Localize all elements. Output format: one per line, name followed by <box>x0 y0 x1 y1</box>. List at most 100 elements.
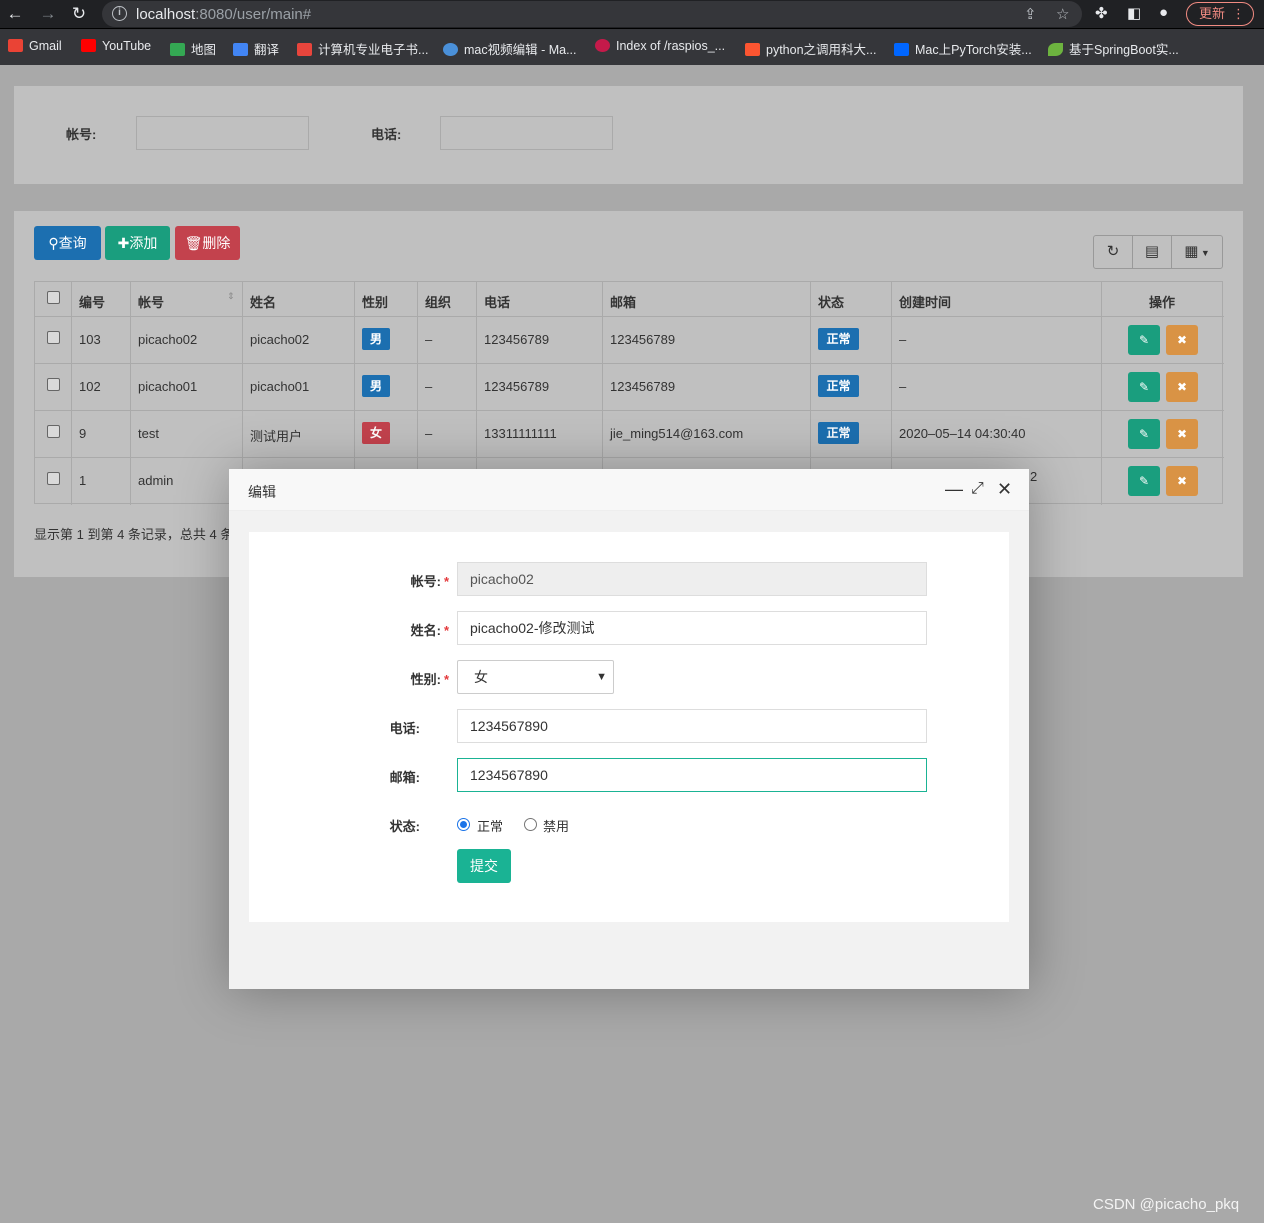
status-normal-label[interactable]: 正常 <box>477 816 503 835</box>
header-org[interactable]: 组织 <box>425 292 451 311</box>
dialog-header[interactable]: 编辑 — ⤢ ✕ <box>229 469 1029 511</box>
edit-button[interactable]: ✎ <box>1128 466 1160 496</box>
select-all-checkbox[interactable] <box>47 291 60 304</box>
header-account[interactable]: 帐号 <box>138 292 164 311</box>
bookmark-item[interactable]: YouTube <box>81 39 151 53</box>
close-icon[interactable]: ✕ <box>997 478 1012 500</box>
cell-id: 103 <box>79 332 101 347</box>
reload-icon[interactable]: ↻ <box>68 3 90 25</box>
bookmark-item[interactable]: python之调用科大... <box>745 39 876 58</box>
csdn-icon <box>745 43 760 56</box>
close-icon: ✖ <box>1176 474 1188 488</box>
header-email[interactable]: 邮箱 <box>610 292 636 311</box>
row-checkbox[interactable] <box>47 378 60 391</box>
bookmark-item[interactable]: Gmail <box>8 39 62 53</box>
forward-icon[interactable]: → <box>37 3 59 25</box>
refresh-button[interactable]: ↻ <box>1093 235 1133 269</box>
email-field[interactable]: 1234567890 <box>457 758 927 792</box>
minimize-icon[interactable]: — <box>945 478 963 500</box>
edit-form: 帐号: * picacho02 姓名: * picacho02-修改测试 性别: * … <box>249 532 1009 922</box>
watermark: CSDN @picacho_pkq <box>1093 1196 1240 1213</box>
add-button[interactable]: ✚添加 <box>105 226 170 260</box>
row-checkbox[interactable] <box>47 472 60 485</box>
remove-button[interactable]: ✖ <box>1166 372 1198 402</box>
header-name[interactable]: 姓名 <box>250 292 276 311</box>
status-normal-radio[interactable] <box>457 818 470 831</box>
cell-created: 2020–05–14 04:30:40 <box>899 426 1026 441</box>
back-icon[interactable]: ← <box>4 3 26 25</box>
cell-id: 9 <box>79 426 87 441</box>
row-checkbox[interactable] <box>47 331 60 344</box>
browser-toolbar: ← → ↻ i localhost:8080/user/main# ⇪ ☆ ✤ … <box>0 0 1264 28</box>
status-badge: 正常 <box>818 422 859 444</box>
header-gender[interactable]: 性别 <box>362 292 388 311</box>
bookmark-item[interactable]: Mac上PyTorch安装... <box>894 39 1032 58</box>
header-phone[interactable]: 电话 <box>484 292 510 311</box>
profile-icon[interactable]: ● <box>1159 4 1168 21</box>
cell-name: 测试用户 <box>250 429 303 444</box>
cell-id: 102 <box>79 379 101 394</box>
account-field: picacho02 <box>457 562 927 596</box>
site-info-icon[interactable]: i <box>112 6 127 21</box>
share-icon[interactable]: ⇪ <box>1024 5 1037 23</box>
bookmark-star-icon[interactable]: ☆ <box>1056 5 1069 23</box>
name-field[interactable]: picacho02-修改测试 <box>457 611 927 645</box>
address-bar[interactable]: i localhost:8080/user/main# ⇪ ☆ <box>102 1 1082 27</box>
header-status[interactable]: 状态 <box>818 292 844 311</box>
close-icon: ✖ <box>1176 333 1188 347</box>
phone-field-label: 电话: <box>389 721 420 736</box>
remove-button[interactable]: ✖ <box>1166 466 1198 496</box>
status-disabled-label[interactable]: 禁用 <box>543 816 569 835</box>
bookmark-item[interactable]: 计算机专业电子书... <box>297 39 428 58</box>
cell-created: – <box>899 332 907 347</box>
bookmark-item[interactable]: 基于SpringBoot实... <box>1048 39 1179 58</box>
cell-account: picacho01 <box>138 379 198 394</box>
edit-icon: ✎ <box>1138 333 1150 347</box>
remove-button[interactable]: ✖ <box>1166 325 1198 355</box>
chevron-down-icon: ▼ <box>596 671 607 683</box>
bookmark-item[interactable]: mac视频编辑 - Ma... <box>443 39 577 58</box>
bookmark-item[interactable]: 地图 <box>170 39 216 58</box>
url-text[interactable]: localhost:8080/user/main# <box>136 6 311 23</box>
gender-select[interactable]: 女 ▼ <box>457 660 614 694</box>
cell-email: 123456789 <box>610 332 676 347</box>
columns-button[interactable]: ▦ ▼ <box>1171 235 1223 269</box>
sidepanel-icon[interactable]: ◧ <box>1127 4 1141 22</box>
extensions-icon[interactable]: ✤ <box>1095 4 1108 22</box>
maximize-icon[interactable]: ⤢ <box>971 478 984 500</box>
edit-button[interactable]: ✎ <box>1128 419 1160 449</box>
cell-phone: 123456789 <box>484 332 550 347</box>
maps-icon <box>170 43 185 56</box>
remove-button[interactable]: ✖ <box>1166 419 1198 449</box>
toggle-view-button[interactable]: ▤ <box>1132 235 1172 269</box>
row-checkbox[interactable] <box>47 425 60 438</box>
account-search-input[interactable] <box>136 116 309 150</box>
phone-search-input[interactable] <box>440 116 613 150</box>
cell-account: picacho02 <box>138 332 198 347</box>
phone-label: 电话: <box>371 127 402 142</box>
gmail-icon <box>8 39 23 52</box>
cell-org: – <box>425 332 433 347</box>
status-badge: 正常 <box>818 375 859 397</box>
cell-org: – <box>425 426 433 441</box>
edit-button[interactable]: ✎ <box>1128 372 1160 402</box>
status-disabled-radio[interactable] <box>524 818 537 831</box>
gender-badge: 男 <box>362 328 390 350</box>
ebook-icon <box>297 43 312 56</box>
phone-field[interactable]: 1234567890 <box>457 709 927 743</box>
header-created[interactable]: 创建时间 <box>899 292 951 311</box>
header-id[interactable]: 编号 <box>79 292 105 311</box>
query-button[interactable]: ⚲查询 <box>34 226 101 260</box>
bookmark-item[interactable]: 翻译 <box>233 39 279 58</box>
edit-button[interactable]: ✎ <box>1128 325 1160 355</box>
refresh-icon: ↻ <box>1106 243 1120 260</box>
grid-icon: ▦ <box>1184 243 1199 260</box>
delete-button[interactable]: 🗑删除 <box>175 226 240 260</box>
submit-button[interactable]: 提交 <box>457 849 511 883</box>
sort-icon[interactable]: ⇕ <box>227 291 235 302</box>
bookmark-item[interactable]: Index of /raspios_... <box>595 39 725 53</box>
search-panel: 帐号: 电话: <box>14 86 1243 184</box>
edit-icon: ✎ <box>1138 380 1150 394</box>
update-button[interactable]: 更新 ⋮ <box>1186 2 1254 26</box>
dialog-title: 编辑 <box>248 484 276 500</box>
